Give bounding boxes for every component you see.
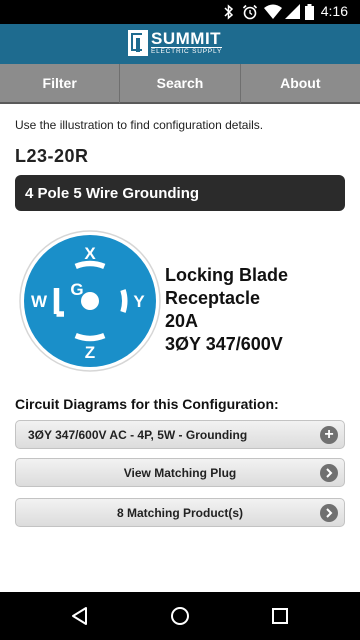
config-type-bar: 4 Pole 5 Wire Grounding [15, 175, 345, 211]
status-time: 4:16 [320, 3, 348, 19]
matching-products-button[interactable]: 8 Matching Product(s) [15, 498, 345, 527]
ground-pin [81, 292, 99, 310]
terminal-g-label: G [70, 280, 83, 299]
spec-type: Locking Blade [165, 265, 289, 285]
logo-name: SUMMIT [151, 29, 222, 49]
system-nav-bar [0, 592, 360, 640]
circuit-diagram-label: 3ØY 347/600V AC - 4P, 5W - Grounding [28, 427, 248, 442]
status-bar: 4:16 [0, 0, 360, 24]
battery-icon [305, 4, 314, 20]
back-icon[interactable] [68, 604, 92, 628]
tab-search[interactable]: Search [120, 64, 241, 104]
spec-device: Receptacle [165, 288, 261, 308]
terminal-z-label: Z [85, 343, 95, 362]
view-matching-plug-label: View Matching Plug [123, 465, 237, 480]
cell-signal-icon [285, 4, 300, 19]
receptacle-diagram: X W Y Z G [19, 230, 161, 372]
home-icon[interactable] [168, 604, 192, 628]
plus-icon: + [320, 425, 338, 444]
wifi-icon [264, 4, 282, 19]
terminal-w-label: W [31, 292, 48, 311]
spec-voltage: 3ØY 347/600V [165, 334, 283, 354]
spec-block: Locking Blade Receptacle 20A 3ØY 347/600… [165, 264, 288, 356]
chevron-right-icon [320, 463, 338, 482]
circuit-diagrams-title: Circuit Diagrams for this Configuration: [15, 396, 279, 412]
bluetooth-icon [224, 4, 234, 20]
blade-x-slot [74, 260, 106, 269]
summit-logo-mark [128, 30, 148, 56]
spec-amperage: 20A [165, 311, 199, 331]
config-type-label: 4 Pole 5 Wire Grounding [25, 184, 200, 202]
terminal-x-label: X [84, 244, 96, 263]
terminal-y-label: Y [133, 292, 145, 311]
tab-about[interactable]: About [240, 64, 360, 104]
blade-y-slot [120, 289, 128, 313]
recents-icon[interactable] [268, 604, 292, 628]
app-header: SUMMIT ELECTRIC SUPPLY [0, 24, 360, 64]
config-code: L23-20R [15, 146, 89, 166]
circuit-diagram-button[interactable]: 3ØY 347/600V AC - 4P, 5W - Grounding + [15, 420, 345, 449]
alarm-icon [242, 4, 258, 20]
tab-filter[interactable]: Filter [0, 64, 121, 104]
nav-bar: Filter Search About [0, 64, 360, 104]
summit-logo: SUMMIT ELECTRIC SUPPLY [128, 29, 223, 56]
chevron-right-icon [320, 503, 338, 522]
intro-text: Use the illustration to find configurati… [15, 118, 264, 132]
view-matching-plug-button[interactable]: View Matching Plug [15, 458, 345, 487]
blade-z-slot [74, 333, 106, 342]
logo-subtitle: ELECTRIC SUPPLY [151, 47, 223, 56]
matching-products-label: 8 Matching Product(s) [116, 505, 243, 520]
